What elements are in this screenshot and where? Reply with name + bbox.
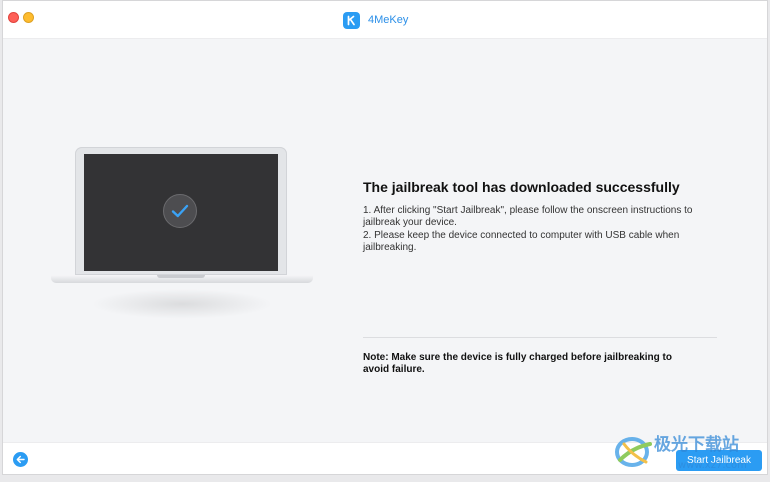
minimize-window-button[interactable] [23,12,34,23]
back-button[interactable] [13,452,28,467]
instructions-list: 1. After clicking "Start Jailbreak", ple… [363,205,703,255]
charge-note: Note: Make sure the device is fully char… [363,352,672,376]
laptop-lid [75,147,287,275]
instruction-step-1: 1. After clicking "Start Jailbreak", ple… [363,205,693,229]
section-divider [363,337,717,338]
page-heading: The jailbreak tool has downloaded succes… [363,179,680,195]
app-name: 4MeKey [368,14,409,26]
app-window: 4MeKey The jailbreak tool has downloaded… [2,0,768,475]
title-bar: 4MeKey [3,1,767,39]
app-title: 4MeKey [343,11,408,29]
success-check-icon [163,194,197,228]
footer-bar: Start Jailbreak [3,442,767,474]
laptop-shadow [91,289,273,319]
instruction-step-2: 2. Please keep the device connected to c… [363,229,680,254]
laptop-screen [84,154,278,271]
laptop-notch [157,275,205,278]
start-jailbreak-button[interactable]: Start Jailbreak [676,450,762,471]
arrow-left-icon [16,455,25,464]
laptop-illustration [51,147,313,319]
close-window-button[interactable] [8,12,19,23]
app-logo-icon [343,11,360,29]
